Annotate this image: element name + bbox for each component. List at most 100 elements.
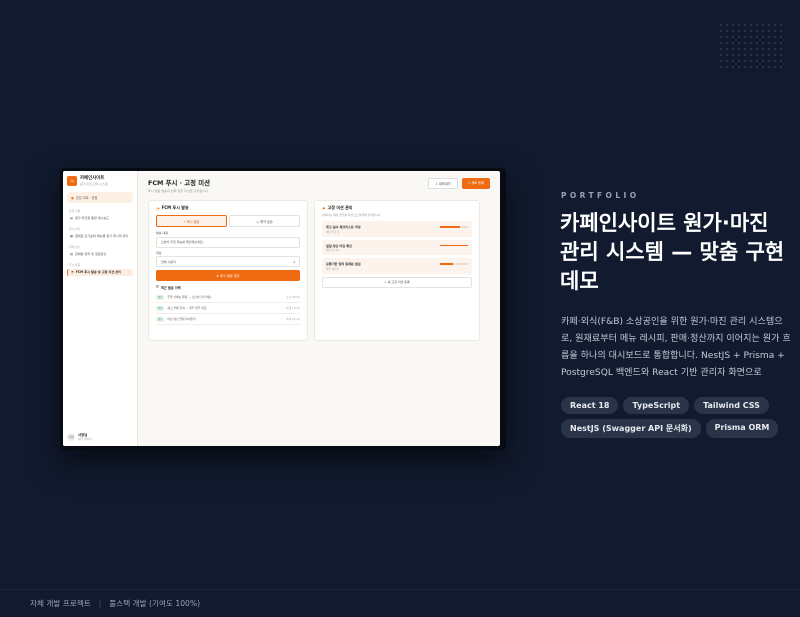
history-text: 마감 정산 알림 리마인더 xyxy=(167,317,196,321)
flag-icon: ⚑ xyxy=(322,205,326,211)
tag-typescript: TypeScript xyxy=(623,397,690,414)
mission-item[interactable]: 재고 실사 체크리스트 작성 매일 마감 후 xyxy=(322,221,472,237)
page-subtitle: 푸시 알림 발송과 반복 업무 미션을 관리합니다 xyxy=(148,189,208,193)
tag-tailwind: Tailwind CSS xyxy=(694,397,769,414)
main-content: FCM 푸시 · 고정 미션 푸시 알림 발송과 반복 업무 미션을 관리합니다… xyxy=(138,171,500,446)
toggle-send-now[interactable]: ⚡ 즉시 발송 xyxy=(156,215,227,227)
mission-progress xyxy=(440,226,468,228)
push-card-title-text: FCM 푸시 발송 xyxy=(161,205,189,210)
footer: 자체 개발 프로젝트 | 풀스택 개발 (기여도 100%) xyxy=(0,589,800,617)
brand-subtitle: 원가·마진 관리 시스템 xyxy=(80,181,108,186)
add-mission-button[interactable]: + 새 고정 미션 등록 xyxy=(322,276,472,288)
cafe-logo-icon: ☕ xyxy=(67,176,77,186)
send-mode-toggle: ⚡ 즉시 발송 ◷ 예약 발송 xyxy=(156,215,300,227)
sidebar-item-label: FCM 푸시 발송 및 고정 미션 관리 xyxy=(75,269,121,274)
receipt-icon: ▥ xyxy=(70,251,73,256)
sidebar-group-label: 판매·정산 xyxy=(69,244,81,249)
store-selector[interactable]: ● 강남 대로 · 본점 xyxy=(67,192,133,203)
clipboard-icon: ▦ xyxy=(70,233,73,238)
toggle-send-now-label: 즉시 발송 xyxy=(186,219,200,224)
portfolio-eyebrow: PORTFOLIO xyxy=(561,191,640,200)
mission-progress xyxy=(440,244,468,246)
history-time: 어제 22:10 xyxy=(285,317,300,321)
list-item[interactable]: 완료 주말 신메뉴 알림 — 오늘의 추천 메뉴 오늘 09:00 xyxy=(156,292,300,303)
brand[interactable]: ☕ 카페인사이트 원가·마진 관리 시스템 xyxy=(67,176,133,186)
sidebar-item-label: 원재료 단가표와 메뉴별 원가 레시피 관리 xyxy=(74,233,129,238)
page-title: FCM 푸시 · 고정 미션 xyxy=(148,179,211,187)
sidebar-item-sales[interactable]: ▥ 판매량 입력 및 일일정산 xyxy=(67,251,133,259)
user-profile[interactable]: 사장 사장님 점주 관리자 xyxy=(67,432,92,441)
push-card: ◔ FCM 푸시 발송 ⚡ 즉시 발송 ◷ 예약 발송 발송 내용 오늘의 추천… xyxy=(148,200,308,341)
status-badge: 완료 xyxy=(156,294,165,300)
tag-prisma: Prisma ORM xyxy=(705,419,779,438)
toggle-reserve[interactable]: ◷ 예약 발송 xyxy=(229,215,300,227)
mission-card-subtitle: 반복되는 매장 업무를 미션으로 등록해 관리합니다 xyxy=(322,213,381,217)
create-label: 새로 등록 xyxy=(471,181,484,185)
content-input-value: 오늘의 추천 메뉴를 확인해보세요! xyxy=(161,240,204,244)
sidebar-item-recipes[interactable]: ▦ 원재료 단가표와 메뉴별 원가 레시피 관리 xyxy=(67,233,133,241)
target-field-label: 대상 xyxy=(156,250,162,255)
device-frame: ☕ 카페인사이트 원가·마진 관리 시스템 ● 강남 대로 · 본점 운영 현황… xyxy=(60,168,506,450)
store-label: 강남 대로 · 본점 xyxy=(75,196,98,200)
export-button[interactable]: ⇩ 내보내기 xyxy=(428,178,458,189)
status-badge: 완료 xyxy=(156,316,165,322)
sidebar: ☕ 카페인사이트 원가·마진 관리 시스템 ● 강남 대로 · 본점 운영 현황… xyxy=(63,171,138,446)
tech-stack-tags: React 18 TypeScript Tailwind CSS NestJS … xyxy=(561,397,791,438)
sidebar-group-label: 원가 관리 xyxy=(69,226,81,231)
content-input[interactable]: 오늘의 추천 메뉴를 확인해보세요! xyxy=(156,236,300,248)
app-screen: ☕ 카페인사이트 원가·마진 관리 시스템 ● 강남 대로 · 본점 운영 현황… xyxy=(63,171,500,446)
portfolio-description: 카페·외식(F&B) 소상공인을 위한 원가·마진 관리 시스템으로, 원재료부… xyxy=(561,317,791,378)
send-push-button[interactable]: ➤ 푸시 발송 접수 xyxy=(156,270,300,281)
history-text: 주말 신메뉴 알림 — 오늘의 추천 메뉴 xyxy=(167,295,212,299)
sidebar-group-label: 운영 현황 xyxy=(69,209,81,213)
add-mission-label: 새 고정 미션 등록 xyxy=(387,280,410,284)
target-select[interactable]: 전체 사용자 ▾ xyxy=(156,256,300,267)
push-card-title: ◔ FCM 푸시 발송 xyxy=(156,205,300,211)
status-badge: 완료 xyxy=(156,305,165,311)
bell-icon: ◔ xyxy=(156,205,160,211)
history-text: 재고 부족 안내 — 원두 발주 필요 xyxy=(167,306,207,310)
mission-item[interactable]: 유통기한 임박 원재료 점검 매주 월요일 xyxy=(322,258,472,274)
mission-desc: 매일 마감 후 xyxy=(326,230,340,234)
mission-card-title-text: 고정 미션 관리 xyxy=(327,205,353,210)
history-title-text: 최근 발송 이력 xyxy=(160,286,181,290)
history-time: 어제 18:42 xyxy=(285,306,300,310)
footer-project-type: 자체 개발 프로젝트 xyxy=(30,599,91,608)
mission-desc: 매주 월요일 xyxy=(326,267,339,271)
list-item[interactable]: 완료 마감 정산 알림 리마인더 어제 22:10 xyxy=(156,314,300,325)
list-item[interactable]: 완료 재고 부족 안내 — 원두 발주 필요 어제 18:42 xyxy=(156,303,300,314)
toggle-reserve-label: 예약 발송 xyxy=(260,219,273,224)
sidebar-item-push[interactable]: ◔ FCM 푸시 발송 및 고정 미션 관리 › xyxy=(67,268,133,277)
bell-icon: ◔ xyxy=(71,269,74,274)
sidebar-item-label: 원가·마진율 통합 대시보드 xyxy=(74,216,110,220)
mission-card: ⚑ 고정 미션 관리 반복되는 매장 업무를 미션으로 등록해 관리합니다 재고… xyxy=(314,200,480,341)
history-title: ☰ 최근 발송 이력 xyxy=(156,285,300,290)
sidebar-group-label: 푸시 알림 xyxy=(69,262,81,267)
tag-react: React 18 xyxy=(561,397,619,414)
create-button[interactable]: + 새로 등록 xyxy=(461,178,490,189)
chevron-right-icon: › xyxy=(128,269,130,274)
tag-nestjs: NestJS (Swagger API 문서화) xyxy=(561,419,701,438)
page-header: FCM 푸시 · 고정 미션 푸시 알림 발송과 반복 업무 미션을 관리합니다… xyxy=(148,178,490,193)
mission-card-title: ⚑ 고정 미션 관리 xyxy=(322,205,472,211)
mission-progress xyxy=(440,263,468,265)
export-label: 내보내기 xyxy=(438,182,451,186)
footer-separator: | xyxy=(98,599,102,608)
target-select-value: 전체 사용자 xyxy=(161,259,176,264)
sidebar-item-label: 판매량 입력 및 일일정산 xyxy=(74,251,107,256)
portfolio-headline: 카페인사이트 원가·마진 관리 시스템 — 맞춤 구현 데모 xyxy=(560,211,785,293)
history-time: 오늘 09:00 xyxy=(285,295,300,299)
user-role: 점주 관리자 xyxy=(78,437,92,441)
list-icon: ☰ xyxy=(156,285,159,289)
content-field-label: 발송 내용 xyxy=(156,231,168,235)
mission-item[interactable]: 일일 정산 마감 확인 매일 22:00 xyxy=(322,239,472,255)
sidebar-item-dashboard[interactable]: ▤ 원가·마진율 통합 대시보드 xyxy=(67,215,133,223)
avatar: 사장 xyxy=(67,432,75,441)
dot-grid-decoration xyxy=(718,22,784,70)
brand-name: 카페인사이트 xyxy=(80,176,105,182)
chart-icon: ▤ xyxy=(70,216,73,220)
chevron-down-icon: ▾ xyxy=(293,259,295,264)
mission-desc: 매일 22:00 xyxy=(326,249,340,252)
send-push-label: 푸시 발송 접수 xyxy=(220,274,240,278)
footer-role: 풀스택 개발 (기여도 100%) xyxy=(109,599,201,608)
